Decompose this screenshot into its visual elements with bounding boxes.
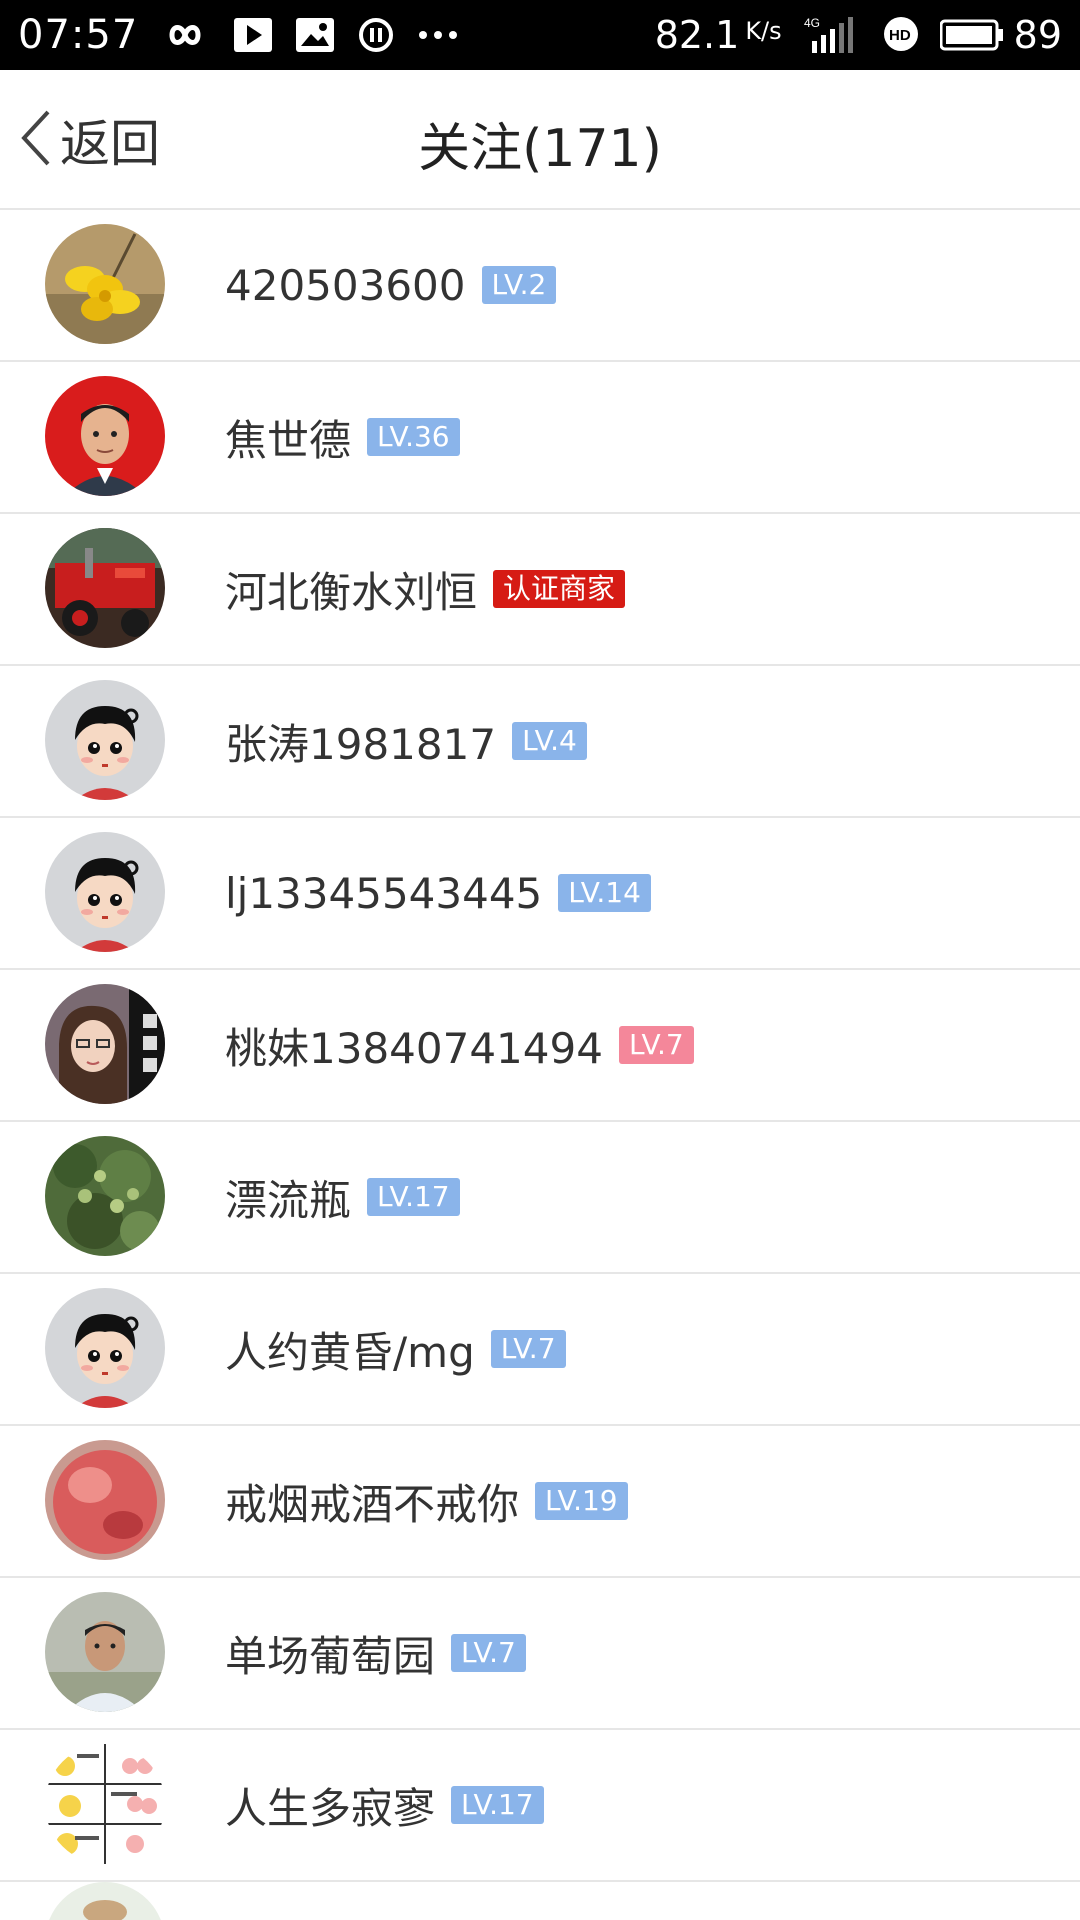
item-text: 戒烟戒酒不戒你 LV.19 (225, 1426, 628, 1576)
user-name: 人约黄昏/mg (225, 1327, 475, 1377)
avatar[interactable] (45, 680, 165, 800)
status-bar: 07:57 82.1 K/s 4G HD 89 (0, 0, 1080, 70)
network-speed: 82.1 (654, 13, 740, 57)
network-speed-unit: K/s (745, 17, 782, 45)
level-badge: LV.36 (367, 418, 460, 456)
avatar[interactable] (45, 1592, 165, 1712)
avatar[interactable] (45, 1136, 165, 1256)
infinity-icon (160, 20, 210, 50)
user-name: 河北衡水刘恒 (225, 567, 478, 617)
item-text: 420503600 LV.2 (225, 210, 557, 360)
level-badge: LV.19 (535, 1482, 628, 1520)
item-text: 张涛1981817 LV.4 (225, 666, 587, 816)
follow-list: 420503600 LV.2 焦世德 LV.36 河北衡水刘恒 认证商家 张涛1… (0, 210, 1080, 1882)
status-right: 82.1 K/s 4G HD 89 (655, 13, 1062, 57)
list-item[interactable]: 焦世德 LV.36 (0, 362, 1080, 514)
user-name: 人生多寂寥 (225, 1783, 436, 1833)
avatar[interactable] (45, 1440, 165, 1560)
list-item[interactable]: 人生多寂寥 LV.17 (0, 1730, 1080, 1882)
item-text: 桃妹13840741494 LV.7 (225, 970, 694, 1120)
svg-text:HD: HD (889, 27, 911, 44)
pause-circle-icon (358, 17, 394, 53)
signal-icon: 4G (804, 15, 860, 55)
item-text: lj13345543445 LV.14 (225, 818, 651, 968)
item-text: 单场葡萄园 LV.7 (225, 1578, 526, 1728)
partial-list-item (0, 1882, 1080, 1920)
page-title: 关注(171) (418, 119, 662, 179)
list-item[interactable]: 单场葡萄园 LV.7 (0, 1578, 1080, 1730)
list-item[interactable]: 桃妹13840741494 LV.7 (0, 970, 1080, 1122)
list-item[interactable]: lj13345543445 LV.14 (0, 818, 1080, 970)
avatar[interactable] (45, 1744, 165, 1864)
network-type: 4G (804, 16, 820, 30)
hd-icon: HD (882, 15, 922, 55)
list-item[interactable]: 人约黄昏/mg LV.7 (0, 1274, 1080, 1426)
avatar[interactable] (45, 528, 165, 648)
level-badge: LV.7 (618, 1026, 694, 1064)
avatar[interactable] (45, 832, 165, 952)
item-text: 漂流瓶 LV.17 (225, 1122, 460, 1272)
level-badge: LV.17 (367, 1178, 460, 1216)
avatar[interactable] (45, 224, 165, 344)
user-name: 420503600 (225, 260, 466, 310)
battery-level: 89 (1013, 13, 1062, 57)
item-text: 人约黄昏/mg LV.7 (225, 1274, 566, 1424)
user-name: 张涛1981817 (225, 719, 497, 769)
list-item[interactable]: 河北衡水刘恒 认证商家 (0, 514, 1080, 666)
list-item[interactable]: 漂流瓶 LV.17 (0, 1122, 1080, 1274)
level-badge: LV.4 (512, 722, 587, 760)
level-badge: LV.17 (451, 1786, 544, 1824)
user-name: 漂流瓶 (225, 1175, 352, 1225)
verified-merchant-badge: 认证商家 (493, 570, 626, 608)
user-name: 戒烟戒酒不戒你 (225, 1479, 520, 1529)
user-name: lj13345543445 (225, 868, 543, 918)
avatar[interactable] (45, 1288, 165, 1408)
list-item[interactable]: 戒烟戒酒不戒你 LV.19 (0, 1426, 1080, 1578)
user-name: 桃妹13840741494 (225, 1023, 603, 1073)
level-badge: LV.14 (558, 874, 651, 912)
list-item[interactable]: 张涛1981817 LV.4 (0, 666, 1080, 818)
battery-icon (939, 19, 1004, 51)
avatar[interactable] (45, 984, 165, 1104)
list-item[interactable]: 420503600 LV.2 (0, 210, 1080, 362)
item-text: 焦世德 LV.36 (225, 362, 460, 512)
item-text: 河北衡水刘恒 认证商家 (225, 514, 626, 664)
image-icon (296, 18, 335, 52)
item-text: 人生多寂寥 LV.17 (225, 1730, 544, 1880)
user-name: 单场葡萄园 (225, 1631, 436, 1681)
header: 返回 关注(171) (0, 70, 1080, 210)
level-badge: LV.2 (481, 266, 557, 304)
avatar[interactable] (45, 376, 165, 496)
level-badge: LV.7 (490, 1330, 566, 1368)
play-icon (234, 18, 273, 52)
status-time: 07:57 (18, 12, 139, 58)
more-dots-icon (418, 30, 458, 40)
level-badge: LV.7 (451, 1634, 526, 1672)
user-name: 焦世德 (225, 415, 352, 465)
